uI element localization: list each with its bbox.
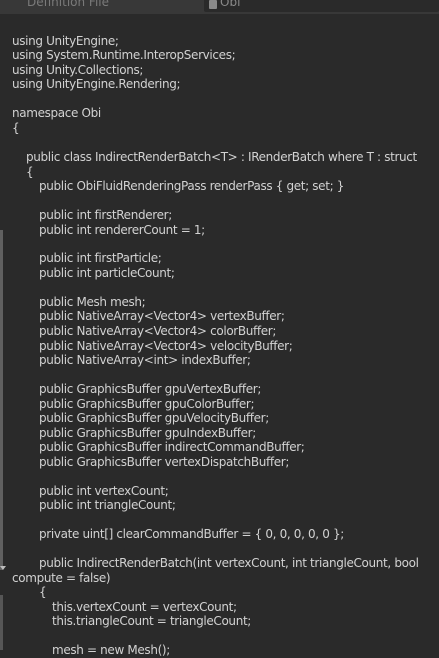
code-line: public GraphicsBuffer vertexDispatchBuff…: [39, 455, 290, 469]
code-view[interactable]: using UnityEngine; using System.Runtime.…: [0, 0, 439, 658]
code-line: private uint[] clearCommandBuffer = { 0,…: [39, 527, 344, 541]
code-line: {: [26, 165, 34, 179]
code-line: {: [39, 585, 47, 599]
code-line: mesh = new Mesh();: [52, 643, 170, 657]
code-line: public GraphicsBuffer gpuVertexBuffer;: [39, 382, 262, 396]
file-icon: [209, 0, 217, 9]
code-line: public NativeArray<int> indexBuffer;: [39, 353, 251, 367]
code-line: public GraphicsBuffer gpuColorBuffer;: [39, 397, 255, 411]
code-line: public GraphicsBuffer indirectCommandBuf…: [39, 440, 305, 454]
code-line: public NativeArray<Vector4> velocityBuff…: [39, 339, 293, 353]
code-line: public Mesh mesh;: [39, 295, 146, 309]
code-line: public int rendererCount = 1;: [39, 223, 205, 237]
code-line: namespace Obi: [12, 106, 101, 120]
code-line: public GraphicsBuffer gpuVelocityBuffer;: [39, 411, 269, 425]
definition-file-label: Definition File: [27, 0, 110, 9]
gutter-marker: [0, 230, 3, 570]
code-line: public ObiFluidRenderingPass renderPass …: [39, 179, 345, 193]
code-line: public int firstRenderer;: [39, 208, 172, 222]
code-line: this.triangleCount = triangleCount;: [52, 614, 251, 628]
definition-file-field[interactable]: Obi: [204, 0, 439, 12]
code-line: public GraphicsBuffer gpuIndexBuffer;: [39, 426, 256, 440]
code-line: public class IndirectRenderBatch<T> : IR…: [26, 150, 417, 164]
code-line: public IndirectRenderBatch(int vertexCou…: [39, 556, 419, 570]
definition-file-value: Obi: [220, 0, 241, 9]
scroll-down-arrow-icon[interactable]: [0, 566, 6, 570]
code-line: public int particleCount;: [39, 266, 175, 280]
code-line: public int triangleCount;: [39, 498, 176, 512]
code-line: this.vertexCount = vertexCount;: [52, 600, 237, 614]
code-line: public int vertexCount;: [39, 484, 169, 498]
code-line: using Unity.Collections;: [12, 63, 144, 77]
gutter-marker: [0, 595, 3, 650]
code-line: public int firstParticle;: [39, 251, 162, 265]
code-line: using UnityEngine;: [12, 34, 119, 48]
code-line: public NativeArray<Vector4> colorBuffer;: [39, 324, 277, 338]
code-line: using System.Runtime.InteropServices;: [12, 48, 236, 62]
definition-file-row: Definition File Obi: [0, 0, 439, 14]
code-line: {: [12, 121, 20, 135]
code-line: compute = false): [12, 571, 111, 585]
code-line: public NativeArray<Vector4> vertexBuffer…: [39, 309, 285, 323]
code-line: using UnityEngine.Rendering;: [12, 77, 181, 91]
